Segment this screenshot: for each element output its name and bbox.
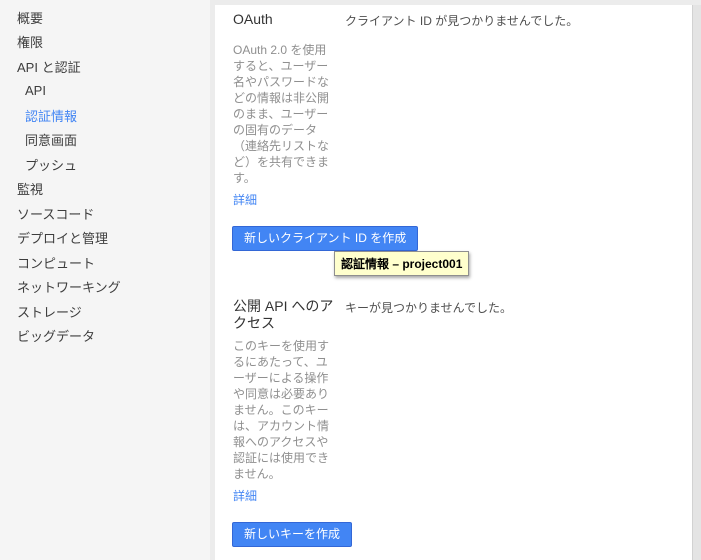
sidebar-item-label: プッシュ [25,155,77,174]
sidebar: 概要 権限 API と認証 API 認証情報 同意画面 プッシュ 監視 ソースコ… [0,0,210,560]
oauth-section: OAuth OAuth 2.0 を使用すると、ユーザー名やパスワードなどの情報は… [215,5,692,209]
section-description: OAuth 2.0 を使用すると、ユーザー名やパスワードなどの情報は非公開のまま… [233,42,337,186]
sidebar-item-label: コンピュート [17,253,95,272]
sidebar-item-big-data[interactable]: ビッグデータ [0,324,210,349]
sidebar-item-label: 概要 [17,8,43,27]
create-key-button[interactable]: 新しいキーを作成 [232,522,352,547]
sidebar-item-label: ソースコード [17,204,94,223]
public-api-section-left-column: 公開 API へのアクセス このキーを使用するにあたって、ユーザーによる操作や同… [233,298,337,505]
sidebar-item-label: 認証情報 [25,106,77,125]
sidebar-item-source-code[interactable]: ソースコード [0,201,210,226]
details-link[interactable]: 詳細 [233,489,257,503]
project-tooltip: 認証情報 – project001 [334,251,469,276]
sidebar-item-consent-screen[interactable]: 同意画面 [0,128,210,153]
sidebar-item-compute[interactable]: コンピュート [0,250,210,275]
sidebar-item-storage[interactable]: ストレージ [0,299,210,324]
scrollbar-track[interactable] [692,5,701,560]
public-api-access-section: 公開 API へのアクセス このキーを使用するにあたって、ユーザーによる操作や同… [215,298,692,505]
content-area: OAuth OAuth 2.0 を使用すると、ユーザー名やパスワードなどの情報は… [210,0,701,560]
oauth-section-left-column: OAuth OAuth 2.0 を使用すると、ユーザー名やパスワードなどの情報は… [233,11,337,209]
status-message: クライアント ID が見つかりませんでした。 [345,11,578,209]
section-title: OAuth [233,11,337,28]
status-message: キーが見つかりませんでした。 [345,298,512,505]
sidebar-item-networking[interactable]: ネットワーキング [0,275,210,300]
sidebar-item-label: API [25,83,46,98]
credentials-panel: OAuth OAuth 2.0 を使用すると、ユーザー名やパスワードなどの情報は… [215,5,692,560]
sidebar-item-label: ネットワーキング [17,277,121,296]
sidebar-item-push[interactable]: プッシュ [0,152,210,177]
sidebar-item-deploy-and-manage[interactable]: デプロイと管理 [0,226,210,251]
sidebar-item-overview[interactable]: 概要 [0,5,210,30]
sidebar-item-label: デプロイと管理 [17,228,108,247]
sidebar-item-api[interactable]: API [0,79,210,104]
details-link[interactable]: 詳細 [233,193,257,207]
sidebar-item-credentials[interactable]: 認証情報 [0,103,210,128]
sidebar-item-label: ビッグデータ [17,326,95,345]
sidebar-item-label: 同意画面 [25,130,77,149]
sidebar-item-apis-and-auth[interactable]: API と認証 [0,54,210,79]
sidebar-item-label: 監視 [17,179,43,198]
sidebar-item-label: API と認証 [17,57,81,76]
sidebar-item-monitoring[interactable]: 監視 [0,177,210,202]
section-description: このキーを使用するにあたって、ユーザーによる操作や同意は必要ありません。このキー… [233,338,337,482]
sidebar-item-label: 権限 [17,32,43,51]
sidebar-item-permissions[interactable]: 権限 [0,30,210,55]
section-title: 公開 API へのアクセス [233,298,337,332]
sidebar-item-label: ストレージ [17,302,82,321]
create-client-id-button[interactable]: 新しいクライアント ID を作成 [232,226,418,251]
